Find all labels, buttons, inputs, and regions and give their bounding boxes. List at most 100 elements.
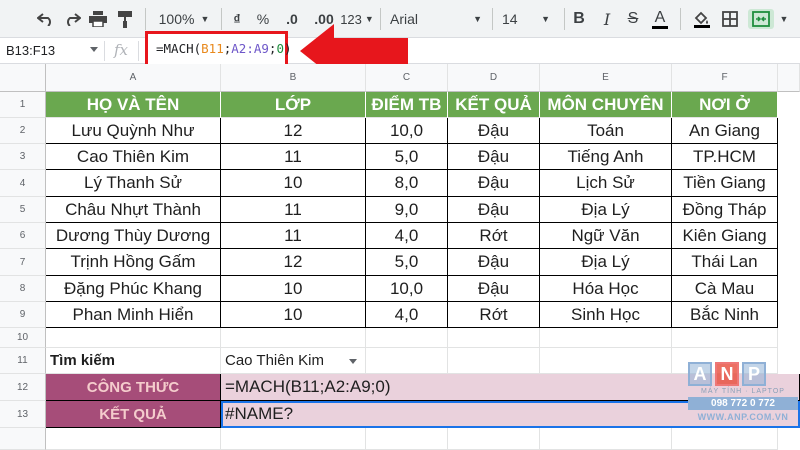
table-cell[interactable]: Dương Thùy Dương (46, 223, 221, 249)
table-cell[interactable]: 11 (221, 197, 366, 223)
table-cell[interactable]: Kiên Giang (672, 223, 778, 249)
table-cell[interactable]: 12 (221, 118, 366, 144)
paint-format-icon[interactable] (115, 9, 135, 29)
table-cell[interactable]: 10 (221, 302, 366, 328)
table-cell[interactable]: Phan Minh Hiển (46, 302, 221, 328)
row-header-9[interactable]: 9 (0, 302, 46, 328)
table-cell[interactable]: Ngữ Văn (540, 223, 672, 249)
table-cell[interactable]: 4,0 (366, 302, 448, 328)
formula-input[interactable]: =MACH(B11;A2:A9;0) (145, 31, 292, 67)
empty-cell[interactable] (448, 328, 540, 348)
chevron-down-icon[interactable]: ▼ (778, 9, 790, 29)
column-header-e[interactable]: E (540, 64, 672, 92)
row-header-2[interactable]: 2 (0, 118, 46, 144)
row-header-12[interactable]: 12 (0, 374, 46, 401)
table-cell[interactable]: Tiếng Anh (540, 144, 672, 170)
table-cell[interactable]: Địa Lý (540, 197, 672, 223)
zoom-select[interactable]: 100% ▼ (156, 9, 212, 29)
column-header-c[interactable]: C (366, 64, 448, 92)
table-cell[interactable]: Hóa Học (540, 276, 672, 302)
empty-cell[interactable] (46, 428, 221, 450)
strikethrough-button[interactable]: S (624, 9, 642, 29)
row-header-10[interactable]: 10 (0, 328, 46, 348)
table-cell[interactable]: 10 (221, 276, 366, 302)
formula-label[interactable]: CÔNG THỨC (46, 374, 221, 401)
search-label[interactable]: Tìm kiếm (46, 348, 221, 374)
table-cell[interactable]: Đậu (448, 249, 540, 276)
table-cell[interactable]: Cao Thiên Kim (46, 144, 221, 170)
empty-cell[interactable] (46, 328, 221, 348)
column-header-f[interactable]: F (672, 64, 778, 92)
percent-button[interactable]: % (254, 9, 272, 29)
bold-button[interactable]: B (570, 9, 588, 29)
empty-cell[interactable] (366, 328, 448, 348)
row-header-11[interactable]: 11 (0, 348, 46, 374)
empty-cell[interactable] (540, 348, 672, 374)
result-label[interactable]: KẾT QUẢ (46, 401, 221, 428)
empty-cell[interactable] (540, 328, 672, 348)
table-cell[interactable]: Cà Mau (672, 276, 778, 302)
table-header-cell[interactable]: NƠI Ở (672, 92, 778, 118)
empty-cell[interactable] (366, 428, 448, 450)
table-cell[interactable]: 5,0 (366, 249, 448, 276)
table-header-cell[interactable]: HỌ VÀ TÊN (46, 92, 221, 118)
table-cell[interactable]: Lý Thanh Sử (46, 170, 221, 197)
row-header-6[interactable]: 6 (0, 223, 46, 249)
table-cell[interactable]: Sinh Học (540, 302, 672, 328)
table-cell[interactable]: An Giang (672, 118, 778, 144)
table-cell[interactable]: 9,0 (366, 197, 448, 223)
search-dropdown[interactable]: Cao Thiên Kim (221, 348, 366, 374)
row-header-5[interactable]: 5 (0, 197, 46, 223)
redo-icon[interactable] (62, 9, 82, 29)
table-cell[interactable]: 11 (221, 144, 366, 170)
table-cell[interactable]: 11 (221, 223, 366, 249)
grid-corner[interactable] (0, 64, 46, 92)
currency-button[interactable]: ₫ (228, 9, 246, 29)
row-header-1[interactable]: 1 (0, 92, 46, 118)
table-cell[interactable]: Đồng Tháp (672, 197, 778, 223)
table-cell[interactable]: Đậu (448, 118, 540, 144)
empty-cell[interactable] (672, 328, 778, 348)
table-cell[interactable]: Lịch Sử (540, 170, 672, 197)
table-cell[interactable]: Bắc Ninh (672, 302, 778, 328)
column-header-a[interactable]: A (46, 64, 221, 92)
empty-cell[interactable] (366, 348, 448, 374)
table-cell[interactable]: Đậu (448, 144, 540, 170)
row-header-4[interactable]: 4 (0, 170, 46, 197)
table-cell[interactable]: Đậu (448, 276, 540, 302)
table-cell[interactable]: Rớt (448, 302, 540, 328)
column-header-d[interactable]: D (448, 64, 540, 92)
table-cell[interactable]: 12 (221, 249, 366, 276)
table-cell[interactable]: Châu Nhựt Thành (46, 197, 221, 223)
chevron-down-icon[interactable] (90, 47, 98, 52)
table-cell[interactable]: Toán (540, 118, 672, 144)
table-header-cell[interactable]: MÔN CHUYÊN (540, 92, 672, 118)
column-header-b[interactable]: B (221, 64, 366, 92)
empty-cell[interactable] (221, 428, 366, 450)
fill-color-icon[interactable] (692, 9, 712, 29)
print-icon[interactable] (88, 9, 108, 29)
row-header-partial[interactable] (0, 428, 46, 450)
table-header-cell[interactable]: ĐIỂM TB (366, 92, 448, 118)
table-cell[interactable]: Địa Lý (540, 249, 672, 276)
table-cell[interactable]: Đậu (448, 197, 540, 223)
name-box[interactable]: B13:F13 (6, 42, 92, 60)
table-cell[interactable]: 8,0 (366, 170, 448, 197)
table-cell[interactable]: Rớt (448, 223, 540, 249)
empty-cell[interactable] (221, 328, 366, 348)
table-cell[interactable]: 10,0 (366, 118, 448, 144)
column-header-extra[interactable] (778, 64, 800, 92)
table-cell[interactable]: Lưu Quỳnh Như (46, 118, 221, 144)
table-header-cell[interactable]: LỚP (221, 92, 366, 118)
text-color-button[interactable]: A (650, 9, 670, 29)
table-cell[interactable]: TP.HCM (672, 144, 778, 170)
table-cell[interactable]: 4,0 (366, 223, 448, 249)
table-cell[interactable]: Trịnh Hồng Gấm (46, 249, 221, 276)
empty-cell[interactable] (448, 428, 540, 450)
table-cell[interactable]: Đậu (448, 170, 540, 197)
table-cell[interactable]: 10 (221, 170, 366, 197)
table-header-cell[interactable]: KẾT QUẢ (448, 92, 540, 118)
table-cell[interactable]: 5,0 (366, 144, 448, 170)
borders-icon[interactable] (720, 9, 740, 29)
merge-cells-icon[interactable] (748, 9, 774, 29)
